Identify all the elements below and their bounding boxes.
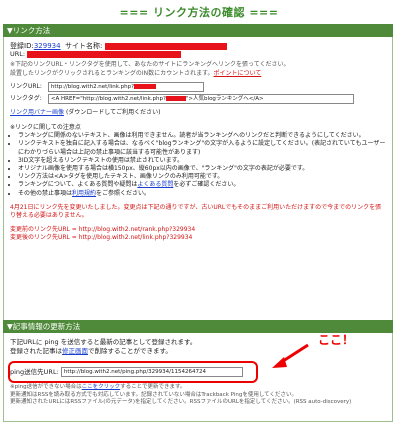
redacted-site-name: [104, 42, 227, 50]
new-url-line: 変更後のリンク先URL = http://blog.with2.net/link…: [10, 234, 193, 242]
caution-item: リンクテキストを独自に記入する場合は、なるべく"blogランキング"の文字が入る…: [18, 140, 386, 156]
redacted-url: [27, 50, 182, 58]
page-title: === リンク方法の確認 ===: [119, 6, 279, 19]
link-method-header: ▼リンク方法: [3, 24, 393, 37]
link-tag-label: リンクタグ:: [10, 95, 42, 103]
caution-item: オリジナル画像を使用する場合は横150px、縦60px以内の画像で、"ランキング…: [18, 165, 386, 173]
link-url-field[interactable]: http://blog.with2.net/link.php?: [47, 81, 204, 92]
link-method-body: 登録ID:329934 サイト名称: URL: ※下記のリンクURL・リンクタグ…: [3, 37, 393, 323]
note-line-1: ※下記のリンクURL・リンクタグを使用して、あなたのサイトにランキングへリンクを…: [10, 61, 290, 69]
reg-id-link[interactable]: 329934: [34, 42, 61, 50]
redacted-tag-id: [165, 95, 186, 101]
caution-list: ランキングに関係のないテキスト、画像は利用できません。読者が当ランキングへのリン…: [10, 132, 386, 198]
footnote-3: 更新通知されたURLにはRSSファイル(の元データ)を指定してください。RSSフ…: [10, 399, 352, 405]
caution-item: 3ID文字を超えるリンクテキストの使用は禁止されています。: [18, 157, 386, 165]
faq-link[interactable]: よくある質問: [137, 181, 173, 188]
caution-item: その他の禁止事項は利用規約をご参照ください。: [18, 190, 386, 198]
banner-note: (ダウンロードしてご利用ください): [65, 108, 161, 116]
reg-id-label: 登録ID:: [10, 42, 34, 50]
link-method-section: ▼リンク方法 登録ID:329934 サイト名称: URL: ※下記のリンクUR…: [3, 24, 393, 323]
footnote-1: ※ping送信ができない場合はここをクリックすることで更新できます。: [10, 384, 186, 390]
note-line-2: 設置したリンクがクリックされるとランキングのIN数にカウントされます。: [10, 69, 214, 77]
caution-heading: ※リンクに関しての注意点: [10, 124, 81, 132]
banner-image-link[interactable]: リンク用バナー画像: [10, 109, 64, 116]
annotation-label: ここ！: [318, 333, 355, 347]
manual-update-link[interactable]: ここをクリック: [82, 384, 121, 390]
link-url-label: リンクURL:: [10, 83, 42, 91]
site-name-label: サイト名称:: [65, 42, 103, 50]
url-change-notice: 4月21日にリンク先を変更いたしました。変更点は下記の通りですが、古いURLでも…: [10, 203, 382, 220]
url-label: URL:: [10, 50, 26, 59]
redacted-id: [134, 83, 157, 89]
caution-item: ランキングについて、よくある質問や疑問はよくある質問を必ずご確認ください。: [18, 181, 386, 189]
rules-link[interactable]: 利用規約: [72, 190, 96, 197]
footnote-2: 更新通知はRSSを読み取る方式でも対応しています。記録されていない場合はTrac…: [10, 391, 298, 398]
point-link[interactable]: ポイントについて: [213, 70, 261, 77]
highlight-ring: [8, 361, 258, 383]
edit-screen-link[interactable]: 修正画面: [62, 347, 88, 355]
link-tag-field[interactable]: <A HREF="http://blog.with2.net/link.php?…: [47, 93, 354, 104]
